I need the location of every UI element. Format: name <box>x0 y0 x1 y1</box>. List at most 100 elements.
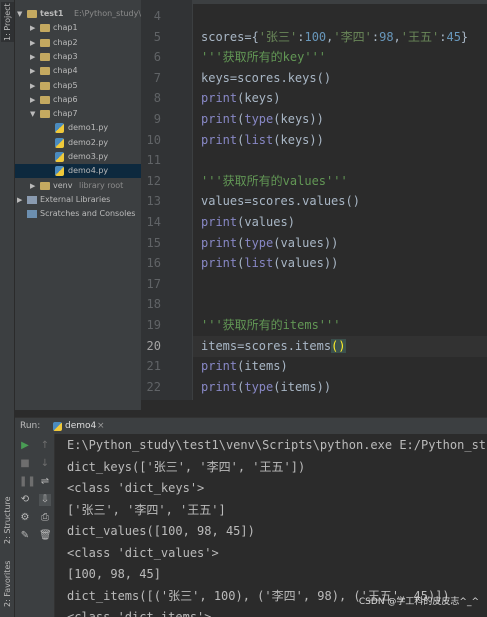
arrow-up-icon[interactable]: ↑ <box>39 440 51 452</box>
tree-item-label: venv <box>53 180 73 190</box>
structure-tool-tab[interactable]: 2: Structure <box>1 490 14 550</box>
code-token: type <box>244 235 274 250</box>
code-token: list <box>244 256 274 271</box>
code-token: (values) <box>237 215 295 229</box>
chevron-right-icon[interactable]: ▶ <box>30 79 35 93</box>
code-token: 45 <box>446 29 461 44</box>
code-line[interactable]: print(type(items)) <box>201 377 331 398</box>
code-line[interactable]: '''获取所有的key''' <box>201 47 326 68</box>
tree-item-label: External Libraries <box>40 194 111 204</box>
code-line[interactable]: print(keys) <box>201 88 280 109</box>
code-token: print <box>201 379 238 394</box>
chevron-right-icon[interactable]: ▶ <box>30 50 35 64</box>
code-line[interactable]: values=scores.values() <box>201 191 360 212</box>
arrow-down-icon[interactable]: ↓ <box>39 458 51 470</box>
tree-item[interactable]: Scratches and Consoles <box>15 207 141 221</box>
soft-wrap-icon[interactable]: ⇌ <box>39 476 51 488</box>
code-line[interactable]: scores={'张三':100,'李四':98,'王五':45} <box>201 27 468 48</box>
tree-item-label: Scratches and Consoles <box>40 209 136 219</box>
code-token: scores={ <box>201 29 259 44</box>
code-token: print <box>201 256 238 271</box>
tree-item[interactable]: demo3.py <box>15 150 141 164</box>
tree-item[interactable]: ▶ chap4 <box>15 64 141 78</box>
code-area[interactable]: scores={'张三':100,'李四':98,'王五':45} '''获取所有… <box>141 6 487 406</box>
code-token: '王五' <box>400 29 440 44</box>
tree-item[interactable]: demo4.py <box>15 164 141 179</box>
tree-item[interactable]: ▼ test1 E:\Python_study\te <box>15 7 141 21</box>
code-token: (keys)) <box>273 112 324 126</box>
python-file-icon <box>55 166 64 177</box>
pause-icon[interactable]: ❚❚ <box>19 476 36 488</box>
tree-item-hint: library root <box>79 180 124 190</box>
rerun-icon[interactable]: ▶ <box>19 440 31 452</box>
python-file-icon <box>55 152 64 162</box>
restore-layout-icon[interactable]: ⟲ <box>19 494 31 506</box>
tree-item-label: demo1.py <box>68 123 109 133</box>
console-output-line: <class 'dict_items'> <box>67 610 212 617</box>
settings-icon[interactable]: ⚙ <box>19 512 31 524</box>
tree-item[interactable]: ▶ chap1 <box>15 21 141 35</box>
tree-item[interactable]: ▼ chap7 <box>15 107 141 121</box>
chevron-right-icon[interactable]: ▶ <box>30 179 35 193</box>
trash-icon[interactable]: 🗑 <box>39 530 52 542</box>
code-line[interactable]: keys=scores.keys() <box>201 68 331 89</box>
close-icon[interactable]: × <box>97 418 105 435</box>
tree-item[interactable]: demo2.py <box>15 136 141 150</box>
favorites-tool-tab[interactable]: 2: Favorites <box>1 556 14 611</box>
run-toolbar: ▶ ↑ ■ ↓ ❚❚ ⇌ ⟲ ⇩ ⚙ ⎙ ✎ 🗑 <box>15 434 55 617</box>
tree-item[interactable]: ▶ chap6 <box>15 93 141 107</box>
pin-icon[interactable]: ✎ <box>19 530 31 542</box>
chevron-right-icon[interactable]: ▶ <box>30 21 35 35</box>
code-token: type <box>244 379 274 394</box>
scratches-icon <box>27 210 37 219</box>
tree-item[interactable]: ▶ chap5 <box>15 79 141 93</box>
scroll-to-end-icon[interactable]: ⇩ <box>39 494 51 506</box>
code-token: '''获取所有的values''' <box>201 173 348 188</box>
tree-item[interactable]: ▶ venv library root <box>15 179 141 193</box>
code-line[interactable]: print(list(values)) <box>201 253 338 274</box>
print-icon[interactable]: ⎙ <box>39 512 51 524</box>
folder-icon <box>40 110 50 119</box>
code-token: print <box>201 359 238 374</box>
code-token: (keys) <box>237 91 281 106</box>
run-tab-demo4[interactable]: demo4 <box>65 418 96 435</box>
python-file-icon <box>53 422 62 431</box>
project-tool-tab[interactable]: 1: Project <box>1 2 14 42</box>
code-token: (values)) <box>273 235 339 250</box>
stop-icon[interactable]: ■ <box>19 458 31 470</box>
code-line[interactable]: '''获取所有的values''' <box>201 171 348 192</box>
run-console[interactable]: E:\Python_study\test1\venv\Scripts\pytho… <box>55 434 487 617</box>
tree-item-label: chap6 <box>53 94 78 104</box>
chevron-right-icon[interactable]: ▶ <box>30 36 35 50</box>
run-panel-header: Run: demo4 × <box>15 417 487 434</box>
code-token: (keys)) <box>273 132 324 147</box>
project-panel: ▼ test1 E:\Python_study\te ▶ chap1 ▶ chap2 ▶ cha… <box>15 0 141 410</box>
tree-item[interactable]: ▶ chap3 <box>15 50 141 64</box>
chevron-right-icon[interactable]: ▶ <box>30 93 35 107</box>
chevron-down-icon[interactable]: ▼ <box>17 7 22 21</box>
code-line[interactable]: print(type(keys)) <box>201 109 324 130</box>
chevron-right-icon[interactable]: ▶ <box>17 193 22 207</box>
code-token: keys=scores.keys() <box>201 70 332 85</box>
console-output-line: ['张三', '李四', '王五'] <box>67 502 226 517</box>
code-token: 98 <box>379 29 394 44</box>
code-line[interactable]: print(items) <box>201 356 288 377</box>
code-line[interactable]: items=scores.items() <box>193 335 487 357</box>
code-token: , <box>393 29 401 44</box>
code-line[interactable]: print(list(keys)) <box>201 130 324 151</box>
tree-item[interactable]: ▶ chap2 <box>15 36 141 50</box>
code-line[interactable]: print(values) <box>201 212 295 233</box>
tree-item-label: chap7 <box>53 109 78 119</box>
watermark: CSDN @学工科的皮皮志^_^ <box>358 597 479 607</box>
chevron-right-icon[interactable]: ▶ <box>30 64 35 78</box>
tree-item[interactable]: ▶ External Libraries <box>15 193 141 207</box>
code-line[interactable]: print(type(values)) <box>201 233 338 254</box>
code-token: (items)) <box>273 379 332 394</box>
code-token: print <box>201 91 238 106</box>
tree-item[interactable]: demo1.py <box>15 121 141 135</box>
tree-item-label: demo4.py <box>68 166 109 176</box>
chevron-down-icon[interactable]: ▼ <box>30 107 35 121</box>
code-token: '''获取所有的items''' <box>201 318 341 332</box>
code-line[interactable]: '''获取所有的items''' <box>201 315 340 336</box>
left-tool-strip: 1: Project 2: Structure 2: Favorites <box>0 0 15 617</box>
